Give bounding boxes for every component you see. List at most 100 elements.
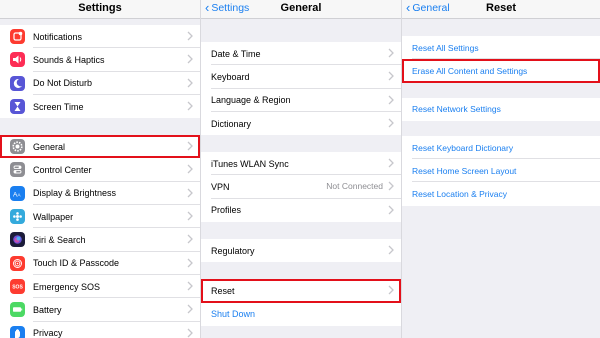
settings-item-label: General [33, 141, 66, 152]
chevron-right-icon [187, 54, 193, 64]
general-nav-bar: ‹ Settings General [201, 0, 401, 19]
general-item-label: Profiles [211, 205, 242, 216]
chevron-right-icon [187, 165, 193, 174]
svg-text:A: A [17, 192, 21, 198]
settings-item-notifications[interactable]: Notifications [0, 25, 200, 49]
svg-text:SOS: SOS [12, 284, 23, 290]
reset-location-privacy-button[interactable]: Reset Location & Privacy [402, 182, 600, 206]
general-item-label: Reset [211, 286, 235, 297]
chevron-right-icon [187, 304, 193, 314]
reset-panel: ‹ General Reset Reset All Settings Erase … [402, 0, 600, 338]
general-item-profiles[interactable]: Profiles [201, 198, 401, 223]
settings-item-label: Screen Time [33, 101, 84, 112]
settings-item-wallpaper[interactable]: Wallpaper [0, 205, 200, 229]
general-item-label: Keyboard [211, 71, 250, 82]
general-item-label: Date & Time [211, 48, 261, 59]
settings-panel: Settings Notifications Sounds & Haptics … [0, 0, 200, 338]
settings-item-label: Control Center [33, 165, 92, 176]
general-item-keyboard[interactable]: Keyboard [201, 65, 401, 89]
settings-item-control-center[interactable]: Control Center [0, 158, 200, 182]
chevron-right-icon [187, 78, 193, 88]
settings-item-touch-id[interactable]: Touch ID & Passcode [0, 251, 200, 275]
page-title: Reset [486, 2, 516, 14]
settings-item-emergency-sos[interactable]: SOS Emergency SOS [0, 274, 200, 299]
settings-item-do-not-disturb[interactable]: Do Not Disturb [0, 71, 200, 95]
settings-item-privacy[interactable]: Privacy [0, 321, 200, 338]
settings-item-label: Touch ID & Passcode [33, 258, 120, 269]
siri-icon [10, 232, 25, 248]
settings-item-label: Emergency SOS [33, 281, 101, 292]
chevron-right-icon [388, 48, 394, 58]
chevron-right-icon [187, 101, 193, 111]
shut-down-button[interactable]: Shut Down [201, 302, 401, 326]
moon-icon [10, 75, 25, 91]
chevron-right-icon [388, 182, 394, 191]
wallpaper-icon [10, 209, 25, 225]
reset-option-label: Reset Home Screen Layout [412, 165, 517, 176]
sos-icon: SOS [10, 278, 25, 294]
reset-network-settings-button[interactable]: Reset Network Settings [402, 97, 600, 121]
vpn-status-value: Not Connected [326, 181, 383, 192]
general-item-reset[interactable]: Reset [201, 279, 401, 303]
settings-item-siri-search[interactable]: Siri & Search [0, 228, 200, 252]
chevron-right-icon [187, 258, 193, 268]
reset-option-label: Erase All Content and Settings [412, 65, 528, 76]
settings-item-battery[interactable]: Battery [0, 298, 200, 322]
hand-icon [10, 325, 25, 338]
general-item-language-region[interactable]: Language & Region [201, 88, 401, 112]
settings-item-label: Privacy [33, 328, 63, 338]
screenshot-composite: Settings Notifications Sounds & Haptics … [0, 0, 600, 338]
settings-item-label: Notifications [33, 31, 83, 42]
general-item-label: iTunes WLAN Sync [211, 158, 289, 169]
display-icon: AA [10, 185, 25, 201]
reset-keyboard-dictionary-button[interactable]: Reset Keyboard Dictionary [402, 135, 600, 160]
chevron-right-icon [187, 211, 193, 221]
erase-all-content-button[interactable]: Erase All Content and Settings [402, 59, 600, 83]
reset-option-label: Reset Keyboard Dictionary [412, 142, 514, 153]
gear-icon [10, 139, 25, 155]
reset-option-label: Reset Network Settings [412, 104, 501, 115]
sounds-icon [10, 52, 25, 68]
chevron-right-icon [187, 328, 193, 338]
reset-option-label: Reset Location & Privacy [412, 189, 507, 200]
chevron-right-icon [388, 245, 394, 255]
settings-item-label: Sounds & Haptics [33, 54, 105, 65]
settings-item-label: Siri & Search [33, 235, 86, 246]
control-center-icon [10, 162, 25, 178]
general-item-vpn[interactable]: VPN Not Connected [201, 175, 401, 199]
page-title: Settings [78, 2, 122, 14]
chevron-right-icon [388, 118, 394, 128]
settings-item-display-brightness[interactable]: AA Display & Brightness [0, 181, 200, 206]
chevron-right-icon [388, 95, 394, 105]
settings-item-label: Battery [33, 304, 62, 315]
settings-item-general[interactable]: General [0, 135, 200, 159]
chevron-right-icon [187, 281, 193, 291]
general-item-itunes-sync[interactable]: iTunes WLAN Sync [201, 152, 401, 176]
general-item-label: Language & Region [211, 95, 291, 106]
reset-nav-bar: ‹ General Reset [402, 0, 600, 19]
general-item-date-time[interactable]: Date & Time [201, 42, 401, 66]
chevron-right-icon [388, 285, 394, 295]
battery-icon [10, 302, 25, 318]
settings-item-screen-time[interactable]: Screen Time [0, 94, 200, 119]
reset-option-label: Reset All Settings [412, 42, 479, 53]
fingerprint-icon [10, 255, 25, 271]
chevron-right-icon [187, 188, 193, 198]
general-item-label: Dictionary [211, 118, 252, 129]
general-item-regulatory[interactable]: Regulatory [201, 239, 401, 263]
general-item-label: VPN [211, 182, 230, 193]
chevron-right-icon [187, 141, 193, 151]
settings-item-label: Display & Brightness [33, 188, 117, 199]
settings-item-sounds[interactable]: Sounds & Haptics [0, 48, 200, 72]
reset-all-settings-button[interactable]: Reset All Settings [402, 36, 600, 60]
chevron-right-icon [388, 158, 394, 168]
general-panel: ‹ Settings General Date & Time Keyboard L… [201, 0, 401, 338]
notifications-icon [10, 29, 25, 44]
hourglass-icon [10, 98, 25, 114]
chevron-right-icon [388, 71, 394, 81]
reset-home-screen-layout-button[interactable]: Reset Home Screen Layout [402, 159, 600, 183]
general-item-dictionary[interactable]: Dictionary [201, 111, 401, 136]
settings-item-label: Do Not Disturb [33, 78, 93, 89]
chevron-right-icon [388, 205, 394, 215]
settings-nav-bar: Settings [0, 0, 200, 19]
